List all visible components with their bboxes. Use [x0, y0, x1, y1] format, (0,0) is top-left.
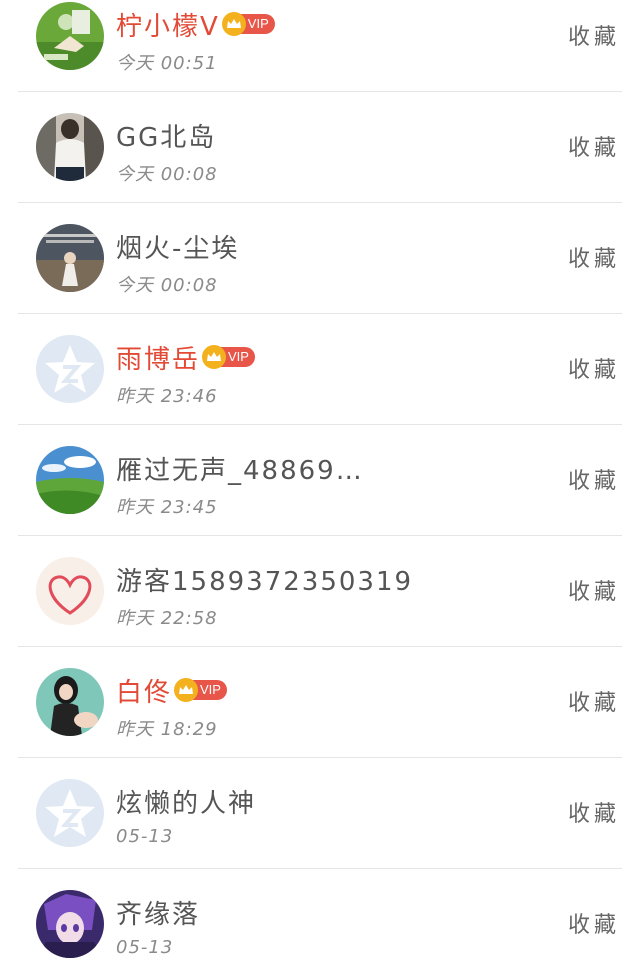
user-name[interactable]: 烟火-尘埃 — [116, 228, 239, 265]
favorite-button[interactable]: 收藏 — [568, 130, 620, 162]
name-line: 雨博岳 VIP — [116, 339, 255, 376]
visit-time: 昨天 22:58 — [116, 608, 218, 629]
list-item[interactable]: 烟火-尘埃 今天 00:08 收藏 — [18, 203, 622, 314]
vip-badge: VIP — [202, 345, 255, 369]
avatar[interactable] — [36, 890, 104, 958]
name-line: GG北岛 — [116, 117, 216, 154]
user-name[interactable]: GG北岛 — [116, 117, 216, 154]
name-line: 游客1589372350319 — [116, 561, 413, 598]
name-line: 炫懒的人神 — [116, 783, 256, 820]
default-avatar[interactable] — [36, 335, 104, 403]
list-item[interactable]: GG北岛 今天 00:08 收藏 — [18, 92, 622, 203]
favorite-button[interactable]: 收藏 — [568, 907, 620, 939]
favorite-button[interactable]: 收藏 — [568, 463, 620, 495]
avatar[interactable] — [36, 113, 104, 181]
list-item[interactable]: 齐缘落 05-13 收藏 — [18, 869, 622, 972]
visit-time: 今天 00:08 — [116, 164, 218, 185]
list-item[interactable]: 白佟 VIP 昨天 18:29 收藏 — [18, 647, 622, 758]
crown-icon — [174, 678, 199, 702]
visit-time: 05-13 — [116, 826, 174, 847]
favorite-button[interactable]: 收藏 — [568, 685, 620, 717]
avatar[interactable] — [36, 2, 104, 70]
visit-time: 05-13 — [116, 937, 174, 958]
name-line: 烟火-尘埃 — [116, 228, 239, 265]
user-name[interactable]: 柠小檬V — [116, 6, 220, 43]
crown-icon — [202, 345, 227, 369]
list-item[interactable]: 雁过无声_48869… 昨天 23:45 收藏 — [18, 425, 622, 536]
default-avatar[interactable] — [36, 779, 104, 847]
name-line: 柠小檬V VIP — [116, 6, 275, 43]
avatar[interactable] — [36, 557, 104, 625]
user-name[interactable]: 雨博岳 — [116, 339, 200, 376]
list-item[interactable]: 柠小檬V VIP 今天 00:51 收藏 — [18, 0, 622, 92]
user-name[interactable]: 齐缘落 — [116, 894, 200, 931]
avatar[interactable] — [36, 446, 104, 514]
visitor-list: 柠小檬V VIP 今天 00:51 收藏 GG北岛 今天 00:08 收藏 烟火… — [0, 0, 640, 972]
vip-badge: VIP — [221, 12, 275, 36]
user-name[interactable]: 白佟 — [116, 672, 172, 709]
visit-time: 昨天 18:29 — [116, 719, 218, 740]
user-name[interactable]: 游客1589372350319 — [116, 561, 413, 598]
favorite-button[interactable]: 收藏 — [568, 19, 620, 51]
favorite-button[interactable]: 收藏 — [568, 796, 620, 828]
user-name[interactable]: 雁过无声_48869… — [116, 450, 364, 487]
user-name[interactable]: 炫懒的人神 — [116, 783, 256, 820]
visit-time: 今天 00:51 — [116, 53, 218, 74]
visit-time: 今天 00:08 — [116, 275, 218, 296]
avatar[interactable] — [36, 224, 104, 292]
vip-badge: VIP — [174, 678, 227, 702]
favorite-button[interactable]: 收藏 — [568, 352, 620, 384]
name-line: 白佟 VIP — [116, 672, 227, 709]
avatar[interactable] — [36, 668, 104, 736]
favorite-button[interactable]: 收藏 — [568, 241, 620, 273]
favorite-button[interactable]: 收藏 — [568, 574, 620, 606]
name-line: 雁过无声_48869… — [116, 450, 364, 487]
visit-time: 昨天 23:46 — [116, 386, 218, 407]
list-item[interactable]: 炫懒的人神 05-13 收藏 — [18, 758, 622, 869]
crown-icon — [221, 12, 246, 36]
name-line: 齐缘落 — [116, 894, 200, 931]
list-item[interactable]: 雨博岳 VIP 昨天 23:46 收藏 — [18, 314, 622, 425]
visit-time: 昨天 23:45 — [116, 497, 218, 518]
list-item[interactable]: 游客1589372350319 昨天 22:58 收藏 — [18, 536, 622, 647]
